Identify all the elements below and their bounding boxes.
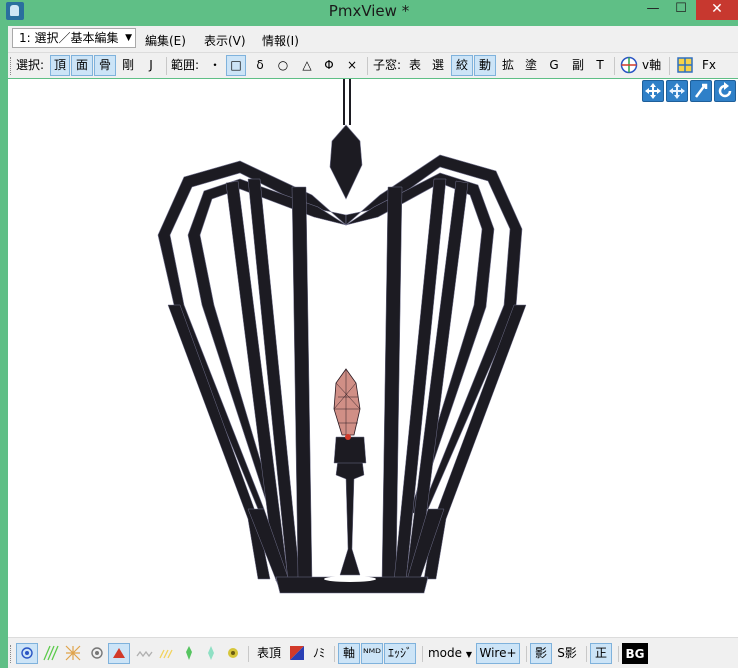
hanging-cord <box>343 79 351 125</box>
subwin-t-button[interactable]: T <box>592 55 608 76</box>
subwin-filter-button[interactable]: 絞 <box>451 55 473 76</box>
select-vertex-button[interactable]: 頂 <box>50 55 70 76</box>
fx-label[interactable]: Fx <box>702 55 716 76</box>
vertex-table-button[interactable]: 表頂 <box>254 643 284 664</box>
axis-globe-icon[interactable] <box>619 55 639 76</box>
chevron-down-icon: ▼ <box>125 33 132 43</box>
mode-select-value: 1: 選択／基本編集 <box>19 31 119 45</box>
toolbar-separator <box>166 57 167 75</box>
bone-cyan-icon[interactable] <box>202 644 220 662</box>
status-toolbar: 表頂 ﾉﾐ 軸 ᴺᴹᴰ ｴｯｼﾞ mode ▼ Wire+ 影 S影 正 BG <box>8 637 738 668</box>
range-point-button[interactable]: ・ <box>206 55 224 76</box>
fx-grid-icon[interactable] <box>675 55 695 76</box>
subwin-move-button[interactable]: 動 <box>474 55 496 76</box>
subwin-sub-button[interactable]: 副 <box>568 55 588 76</box>
minimize-button[interactable]: — <box>640 0 666 20</box>
range-clear-button[interactable]: × <box>344 55 360 76</box>
select-bone-button[interactable]: 骨 <box>94 55 116 76</box>
material-color-icon[interactable] <box>288 644 306 662</box>
vertex-display-icon[interactable] <box>16 643 38 664</box>
range-triangle-button[interactable]: △ <box>298 55 316 76</box>
menu-view[interactable]: 表示(V) <box>204 32 246 49</box>
edge-toggle-button[interactable]: ｴｯｼﾞ <box>384 643 416 664</box>
statusbar-grip[interactable] <box>10 645 13 663</box>
bone-toggle-button[interactable]: ﾉﾐ <box>310 643 328 664</box>
subwin-group-button[interactable]: G <box>545 55 563 76</box>
title-bar: PmxView * — ☐ ✕ <box>0 0 738 22</box>
candle-stand <box>335 458 365 576</box>
move-all-icon[interactable] <box>666 80 688 102</box>
toolbar-separator <box>367 57 368 75</box>
subwin-table-button[interactable]: 表 <box>405 55 425 76</box>
background-button[interactable]: BG <box>622 643 648 664</box>
statusbar-separator <box>334 646 335 662</box>
range-label: 範囲: <box>171 58 200 72</box>
select-face-button[interactable]: 面 <box>71 55 93 76</box>
select-joint-button[interactable]: J <box>142 55 160 76</box>
3d-viewport[interactable] <box>8 79 738 637</box>
close-button[interactable]: ✕ <box>696 0 738 20</box>
mesh-texture-icon[interactable] <box>64 644 82 662</box>
toolbar-grip[interactable] <box>10 57 13 75</box>
axis-label: v軸 <box>642 58 662 72</box>
statusbar-separator <box>618 646 619 662</box>
nmd-toggle-button[interactable]: ᴺᴹᴰ <box>361 643 383 664</box>
menu-info[interactable]: 情報(I) <box>262 32 299 49</box>
select-label: 選択: <box>16 58 45 72</box>
wire-plus-button[interactable]: Wire+ <box>476 643 520 664</box>
triangle-display-icon[interactable] <box>108 643 130 664</box>
rigid-body-icon[interactable] <box>224 644 242 662</box>
self-shadow-button[interactable]: S影 <box>554 643 580 664</box>
axis-toggle-button[interactable]: 軸 <box>338 643 360 664</box>
range-phi-button[interactable]: Φ <box>320 55 338 76</box>
toolbar-separator <box>614 57 615 75</box>
maximize-button[interactable]: ☐ <box>668 0 694 20</box>
front-view-button[interactable]: 正 <box>590 643 612 664</box>
caret-down-icon: ▼ <box>465 650 472 659</box>
range-circle-button[interactable]: ○ <box>274 55 292 76</box>
menu-bar: 1: 選択／基本編集 ▼ 編集(E) 表示(V) 情報(I) <box>8 26 738 52</box>
window-title: PmxView * <box>328 2 410 20</box>
rotate-view-icon[interactable] <box>714 80 736 102</box>
statusbar-separator <box>586 646 587 662</box>
base-highlight <box>324 576 376 582</box>
subwin-scale-button[interactable]: 拡 <box>498 55 518 76</box>
mode-select[interactable]: 1: 選択／基本編集 ▼ <box>12 28 136 48</box>
rotate-axis-icon[interactable] <box>690 80 712 102</box>
select-rigid-button[interactable]: 剛 <box>118 55 138 76</box>
statusbar-separator <box>526 646 527 662</box>
model-render <box>157 79 527 594</box>
menu-edit[interactable]: 編集(E) <box>145 32 186 49</box>
mode-dropdown[interactable]: mode ▼ <box>426 643 474 664</box>
flame-base <box>345 434 351 440</box>
green-wire-icon[interactable] <box>42 644 60 662</box>
move-xy-icon[interactable] <box>642 80 664 102</box>
toolbar: 選択: 頂 面 骨 剛 J 範囲: ・ □ δ ○ △ Φ × 子窓: 表 選 … <box>8 52 738 78</box>
shadow-button[interactable]: 影 <box>530 643 552 664</box>
range-delta-button[interactable]: δ <box>251 55 269 76</box>
yellow-wire-icon[interactable] <box>158 644 176 662</box>
cage-finial <box>329 124 363 200</box>
point-icon[interactable] <box>88 644 106 662</box>
toolbar-separator <box>669 57 670 75</box>
normal-wire-icon[interactable] <box>136 644 154 662</box>
subwin-paint-button[interactable]: 塗 <box>521 55 541 76</box>
range-rect-button[interactable]: □ <box>226 55 246 76</box>
statusbar-separator <box>422 646 423 662</box>
candle-flame <box>333 368 361 436</box>
mode-dropdown-label: mode <box>427 646 463 660</box>
subwin-select-button[interactable]: 選 <box>428 55 448 76</box>
subwindow-label: 子窓: <box>373 58 402 72</box>
statusbar-separator <box>248 646 249 662</box>
candle-holder <box>333 436 367 464</box>
bone-green-icon[interactable] <box>180 644 198 662</box>
